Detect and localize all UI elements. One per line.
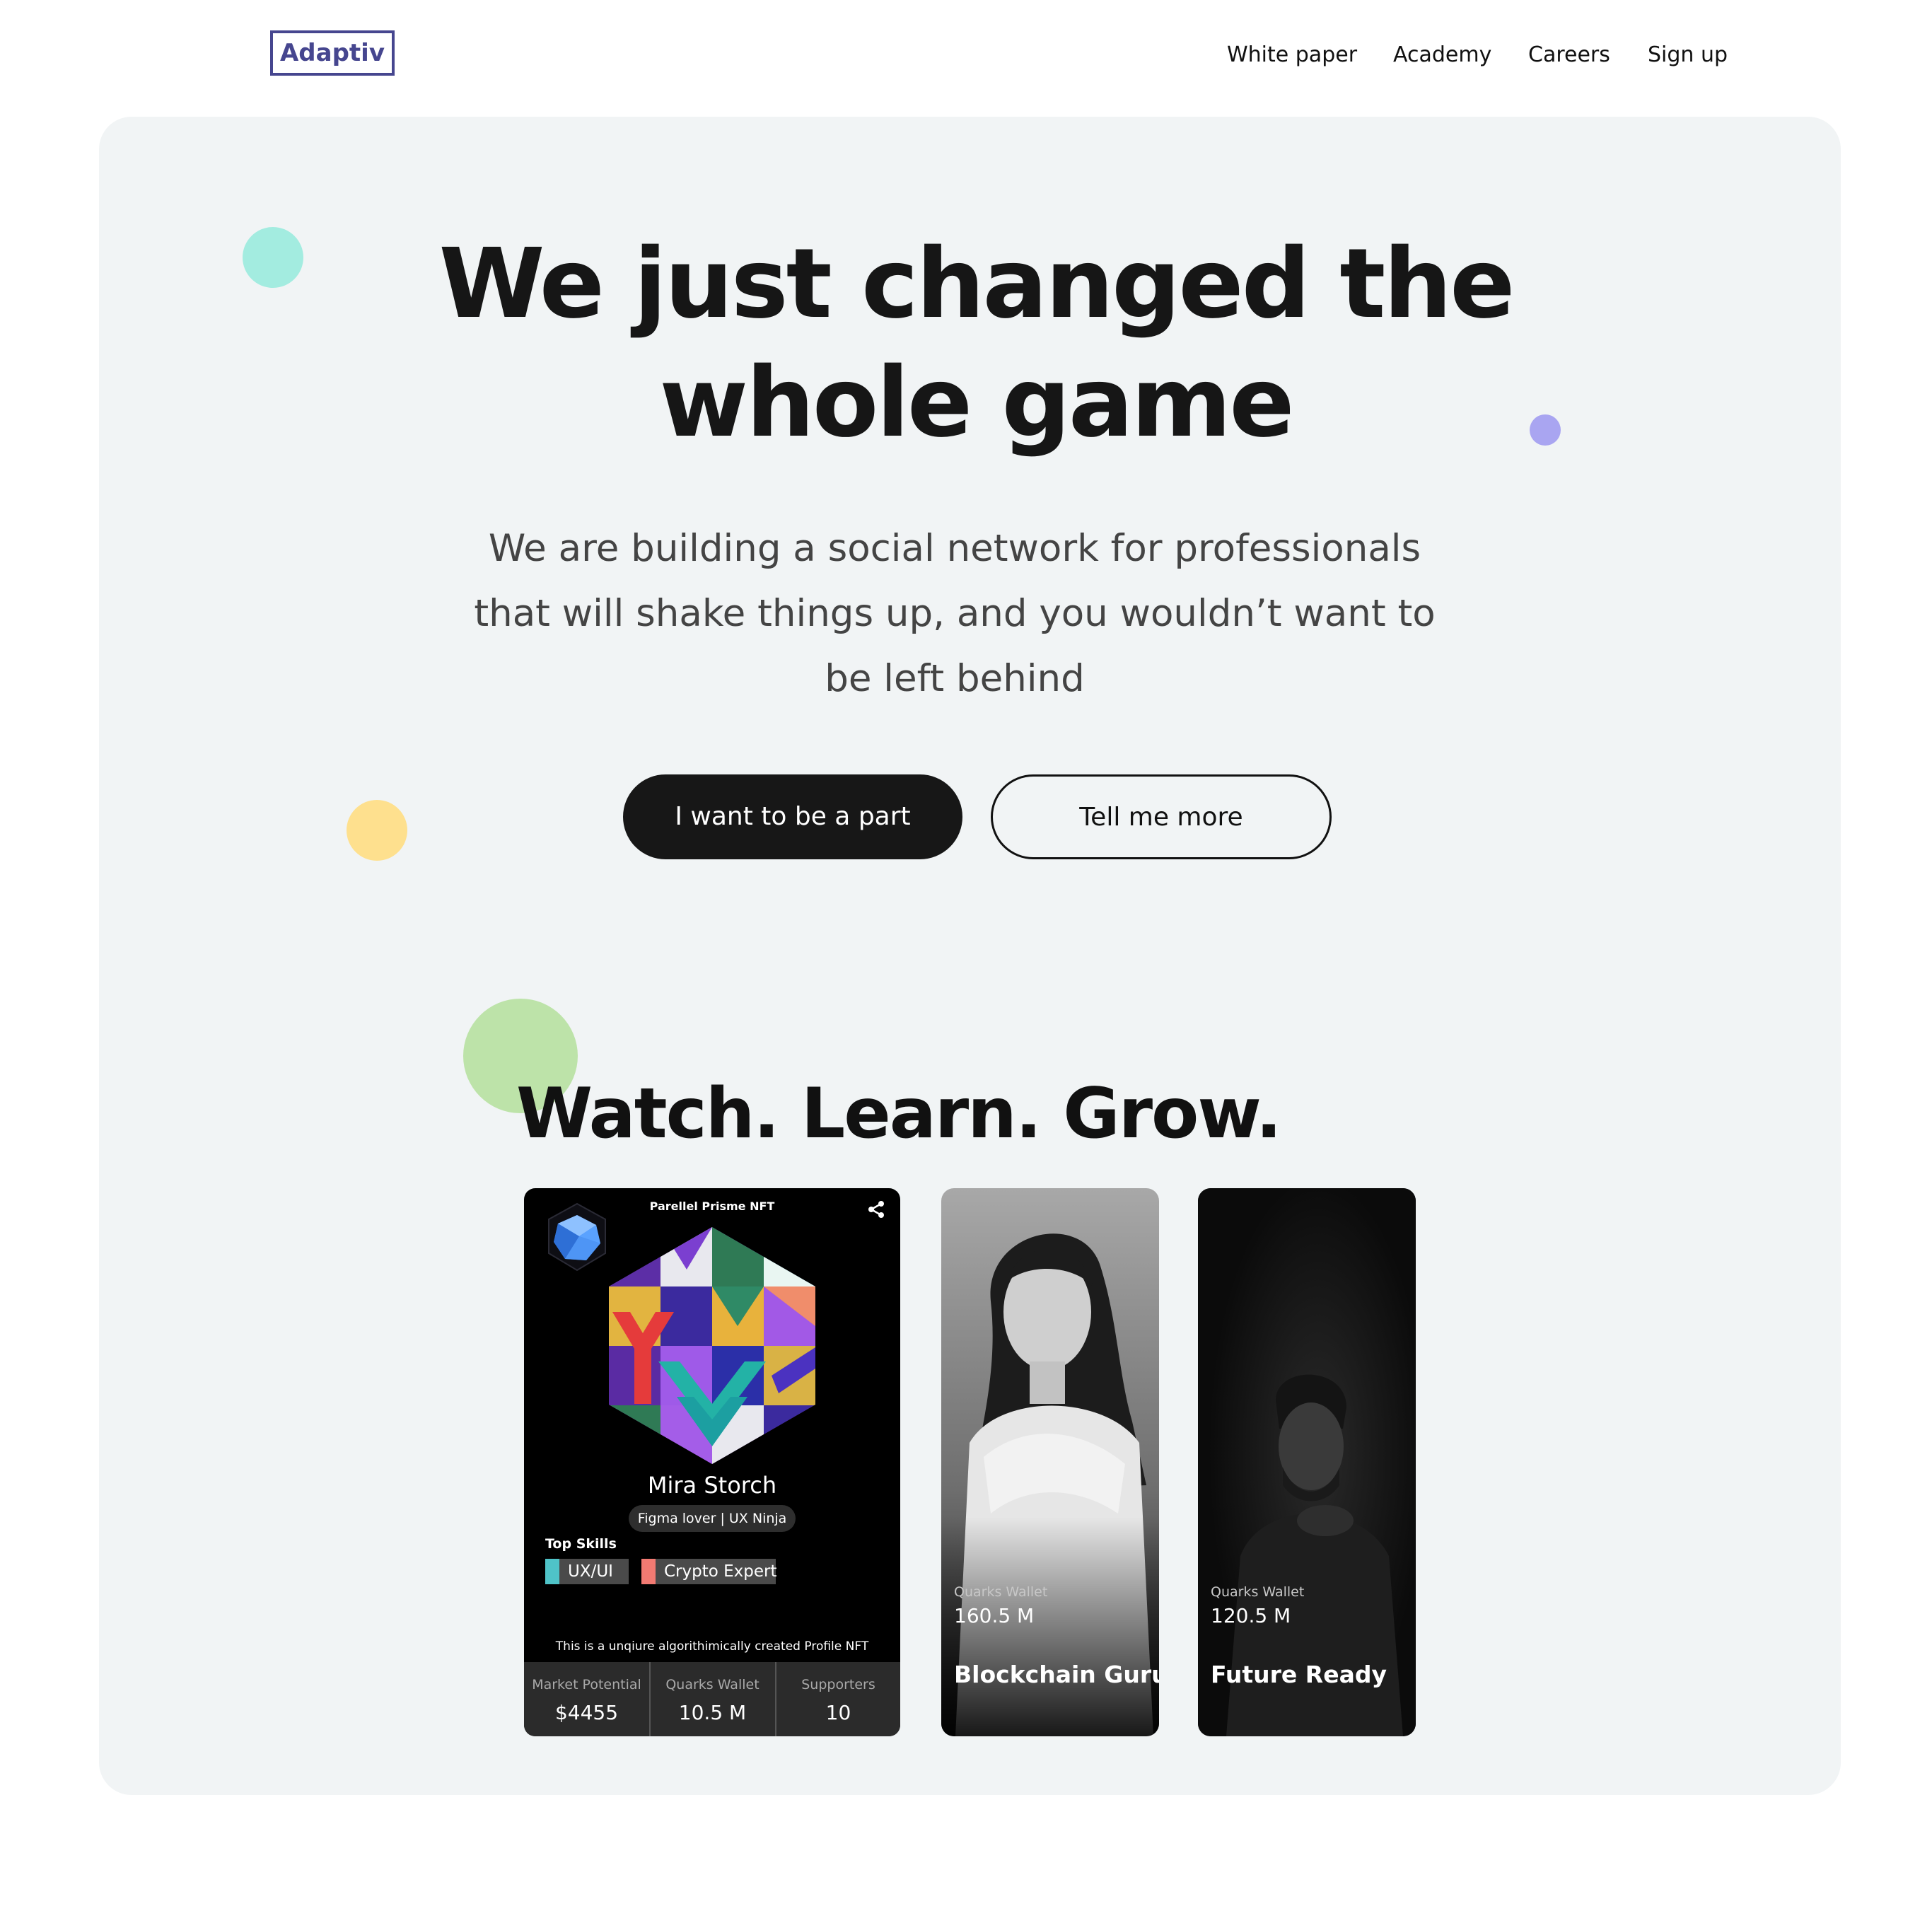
hero-subtext: We are building a social network for pro… bbox=[467, 516, 1443, 711]
stat-value: $4455 bbox=[554, 1701, 619, 1724]
nft-profile-tagline: Figma lover | UX Ninja bbox=[629, 1505, 796, 1532]
tell-me-more-button[interactable]: Tell me more bbox=[991, 774, 1332, 859]
section-title: Watch. Learn. Grow. bbox=[516, 1074, 1282, 1154]
profile-card-blockchain-guru[interactable]: Quarks Wallet 160.5 M Blockchain Guru bbox=[941, 1188, 1159, 1736]
stat-quarks-wallet: Quarks Wallet 10.5 M bbox=[649, 1662, 774, 1736]
skill-label: Crypto Expert bbox=[664, 1562, 777, 1581]
top-skills-label: Top Skills bbox=[545, 1536, 617, 1552]
stat-label: Supporters bbox=[801, 1677, 875, 1692]
wallet-value: 120.5 M bbox=[1211, 1604, 1291, 1627]
stat-value: 10 bbox=[825, 1701, 851, 1724]
nft-description: This is a unqiure algorithimically creat… bbox=[555, 1639, 869, 1654]
wallet-value: 160.5 M bbox=[954, 1604, 1035, 1627]
decor-dot-yellow bbox=[347, 800, 407, 861]
headline-line-2: whole game bbox=[659, 347, 1294, 459]
stat-supporters: Supporters 10 bbox=[775, 1662, 900, 1736]
stat-label: Market Potential bbox=[532, 1677, 641, 1692]
gem-badge-icon bbox=[548, 1202, 606, 1272]
headline-line-1: We just changed the bbox=[438, 228, 1515, 340]
subtext-line-1: We are building a social network for pro… bbox=[488, 527, 1421, 570]
nft-profile-card[interactable]: Parellel Prisme NFT Mira Storch Figma lo… bbox=[524, 1188, 900, 1736]
profile-card-future-ready[interactable]: Quarks Wallet 120.5 M Future Ready bbox=[1198, 1188, 1416, 1736]
wallet-label: Quarks Wallet bbox=[954, 1584, 1048, 1600]
nav-careers[interactable]: Careers bbox=[1528, 41, 1610, 69]
decor-dot-teal bbox=[243, 227, 303, 288]
man-portrait-photo bbox=[1198, 1188, 1416, 1736]
woman-portrait-photo bbox=[941, 1188, 1159, 1736]
skill-tag-ux-ui: UX/UI bbox=[545, 1559, 629, 1584]
stat-label: Quarks Wallet bbox=[665, 1677, 760, 1692]
nft-profile-name: Mira Storch bbox=[647, 1472, 777, 1499]
logo[interactable]: Adaptiv bbox=[270, 30, 395, 76]
nft-stats-bar: Market Potential $4455 Quarks Wallet 10.… bbox=[524, 1662, 900, 1736]
skill-swatch-coral bbox=[641, 1559, 656, 1584]
wallet-label: Quarks Wallet bbox=[1211, 1584, 1305, 1600]
hero-headline: We just changed the whole game bbox=[354, 225, 1598, 463]
nav-academy[interactable]: Academy bbox=[1393, 41, 1491, 69]
skill-tag-crypto: Crypto Expert bbox=[641, 1559, 777, 1584]
profile-role: Blockchain Guru bbox=[954, 1661, 1159, 1688]
nav-sign-up[interactable]: Sign up bbox=[1648, 41, 1728, 69]
nav-white-paper[interactable]: White paper bbox=[1227, 41, 1357, 69]
share-icon[interactable] bbox=[866, 1200, 886, 1219]
subtext-line-3: be left behind bbox=[825, 657, 1085, 700]
skill-swatch-teal bbox=[545, 1559, 559, 1584]
prism-hexagon-art bbox=[609, 1227, 815, 1464]
join-button[interactable]: I want to be a part bbox=[623, 774, 962, 859]
stat-market-potential: Market Potential $4455 bbox=[524, 1662, 649, 1736]
subtext-line-2: that will shake things up, and you would… bbox=[474, 592, 1436, 635]
stat-value: 10.5 M bbox=[678, 1701, 747, 1724]
skill-label: UX/UI bbox=[568, 1562, 613, 1581]
profile-role: Future Ready bbox=[1211, 1661, 1387, 1688]
